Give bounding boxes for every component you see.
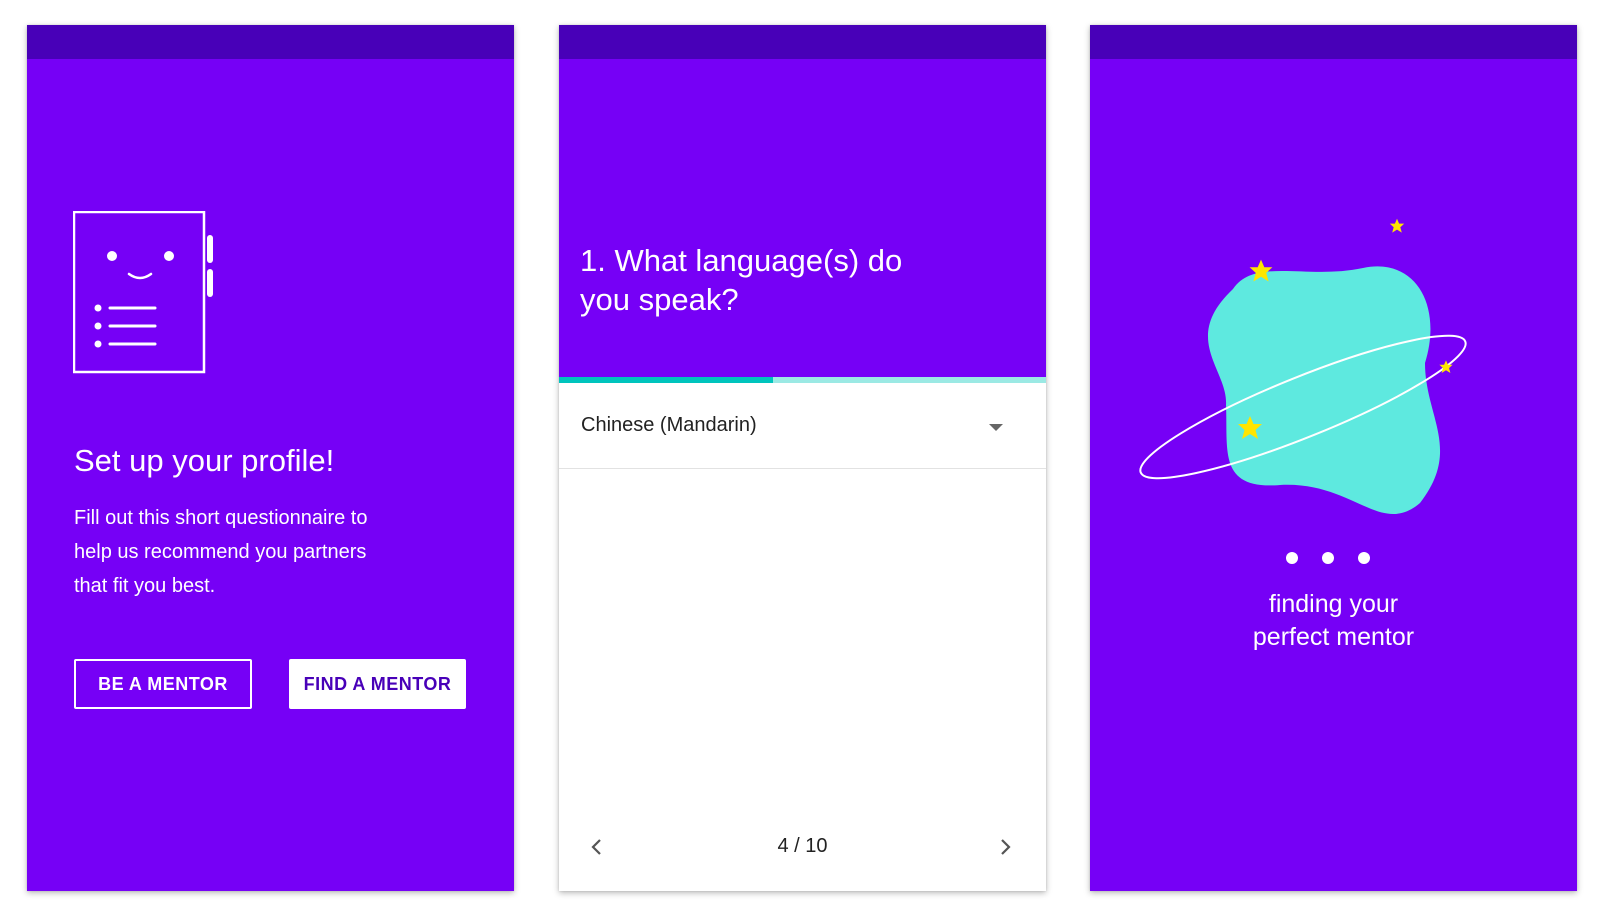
- dropdown-selected-value: Chinese (Mandarin): [581, 414, 757, 436]
- find-a-mentor-button[interactable]: FIND A MENTOR: [289, 659, 466, 709]
- status-bar: [27, 25, 514, 59]
- chevron-right-icon[interactable]: [991, 833, 1019, 861]
- setup-profile-screen: Set up your profile! Fill out this short…: [27, 25, 514, 891]
- question-header: 1. What language(s) do you speak?: [559, 59, 1046, 378]
- planet-icon: [1090, 185, 1577, 530]
- pager: 4 / 10: [559, 825, 1046, 869]
- finding-mentor-screen: finding your perfect mentor: [1090, 25, 1577, 891]
- intro-text: Fill out this short questionnaire to hel…: [74, 507, 368, 597]
- loading-dots-icon: [1283, 551, 1383, 570]
- status-message-line1: finding your: [1268, 590, 1399, 618]
- status-bar: [559, 25, 1046, 59]
- questionnaire-screen: 1. What language(s) do you speak? Chines…: [559, 25, 1046, 891]
- language-dropdown[interactable]: Chinese (Mandarin): [559, 383, 1046, 469]
- page-count: 4 / 10: [777, 835, 828, 857]
- status-message-line2: perfect mentor: [1252, 623, 1415, 651]
- page-title: Set up your profile!: [74, 443, 335, 478]
- profile-document-icon: [72, 210, 223, 386]
- dropdown-arrow-icon: [989, 419, 1003, 437]
- status-bar: [1090, 25, 1577, 59]
- status-message: finding your perfect mentor: [1090, 588, 1577, 654]
- question-text: 1. What language(s) do you speak?: [580, 243, 903, 317]
- be-a-mentor-button[interactable]: BE A MENTOR: [74, 659, 252, 709]
